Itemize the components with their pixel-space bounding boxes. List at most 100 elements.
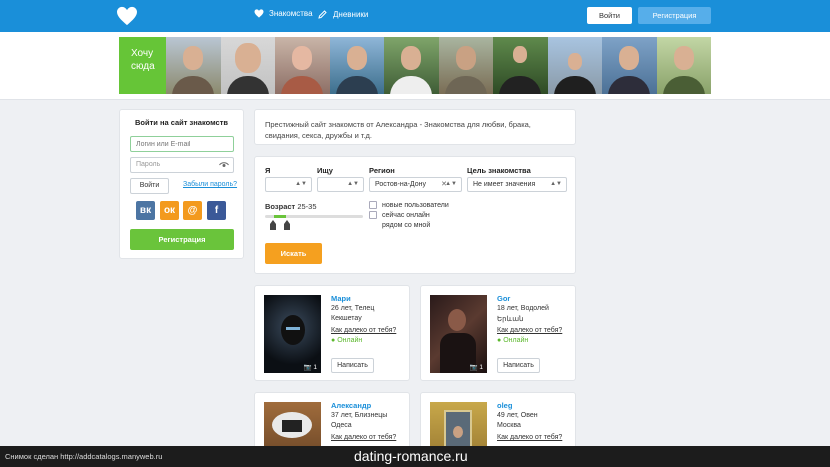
near-me-checkbox[interactable]: рядом со мной (369, 221, 430, 229)
site-description: Престижный сайт знакомств от Александра … (254, 109, 576, 145)
age-slider-track[interactable] (265, 215, 363, 218)
eye-icon[interactable] (219, 161, 229, 169)
distance-link[interactable]: Как далеко от тебя? (497, 327, 562, 334)
camera-icon: 📷 1 (303, 364, 317, 371)
write-message-button[interactable]: Написать (331, 358, 374, 373)
login-panel: Войти на сайт знакомств Пароль Войти Заб… (119, 109, 244, 259)
want-here-tile[interactable]: Хочу сюда (119, 37, 166, 94)
heart-icon (254, 9, 264, 18)
chevron-down-icon: ▲▼ (445, 181, 457, 187)
featured-profile-thumbnail[interactable] (438, 37, 493, 94)
age-slider-min-handle[interactable] (270, 220, 276, 230)
photo-count: 1 (479, 364, 483, 371)
chevron-down-icon: ▲▼ (295, 181, 307, 187)
distance-link[interactable]: Как далеко от тебя? (331, 434, 396, 441)
gender-select[interactable]: ▲▼ (265, 177, 312, 192)
featured-profile-thumbnail[interactable] (656, 37, 711, 94)
odnoklassniki-icon[interactable]: ок (160, 201, 179, 220)
user-age-sign: 26 лет, Телец (331, 305, 375, 312)
age-value: 25-35 (297, 202, 317, 211)
age-label-row: Возраст 25-35 (265, 202, 317, 211)
age-label: Возраст (265, 202, 296, 211)
seek-select[interactable]: ▲▼ (317, 177, 364, 192)
login-register-button[interactable]: Регистрация (130, 229, 234, 250)
vk-icon[interactable]: вк (136, 201, 155, 220)
search-filter-panel: Я Ищу Регион Цель знакомства ▲▼ ▲▼ Росто… (254, 156, 576, 274)
online-label: Онлайн (337, 337, 363, 344)
login-email-input[interactable] (130, 136, 234, 152)
nav-link-diaries[interactable]: Дневники (318, 9, 368, 19)
login-submit-button[interactable]: Войти (130, 178, 169, 194)
user-city: Одеса (331, 422, 352, 429)
checkbox-box[interactable] (369, 201, 377, 209)
screenshot-credit: Снимок сделан http://addcatalogs.manyweb… (5, 452, 163, 461)
featured-profile-thumbnail[interactable] (547, 37, 602, 94)
mailru-icon[interactable]: @ (183, 201, 202, 220)
online-now-checkbox[interactable]: сейчас онлайн (369, 211, 430, 219)
region-select[interactable]: Ростов-на-Дону ✕ ▲▼ (369, 177, 462, 192)
featured-profiles-strip: Хочу сюда (0, 32, 830, 100)
user-name[interactable]: oleg (497, 401, 512, 410)
user-photo[interactable]: 📷 1 (430, 295, 487, 373)
site-description-text: Престижный сайт знакомств от Александра … (265, 120, 531, 140)
filter-label-seek: Ищу (317, 166, 333, 175)
featured-profile-thumbnail[interactable] (166, 37, 221, 94)
new-users-checkbox[interactable]: новые пользователи (369, 201, 449, 209)
age-slider-max-handle[interactable] (284, 220, 290, 230)
checkbox-box[interactable] (369, 221, 377, 229)
user-name[interactable]: Мари (331, 294, 351, 303)
nav-link-label: Знакомства (269, 9, 313, 18)
password-input[interactable]: Пароль (130, 157, 234, 173)
want-here-label: сюда (131, 61, 155, 72)
filter-label-i: Я (265, 166, 271, 175)
pencil-icon (318, 10, 327, 19)
write-message-button[interactable]: Написать (497, 358, 540, 373)
user-age-sign: 49 лет, Овен (497, 412, 538, 419)
distance-link[interactable]: Как далеко от тебя? (497, 434, 562, 441)
filter-label-region: Регион (369, 166, 395, 175)
password-placeholder: Пароль (136, 161, 161, 168)
online-status: ● Онлайн (497, 337, 528, 344)
user-photo[interactable]: 📷 1 (264, 295, 321, 373)
nav-link-dating[interactable]: Знакомства (254, 9, 313, 18)
checkbox-box[interactable] (369, 211, 377, 219)
chevron-down-icon: ▲▼ (347, 181, 359, 187)
region-value: Ростов-на-Дону (375, 181, 426, 188)
nav-link-label: Дневники (333, 9, 369, 19)
user-name[interactable]: Gor (497, 294, 510, 303)
featured-profile-thumbnail[interactable] (220, 37, 275, 94)
online-icon: ● (497, 337, 502, 344)
user-card[interactable]: 📷 1 Мари 26 лет, Телец Кекшетау Как дале… (254, 285, 410, 381)
user-name[interactable]: Александр (331, 401, 371, 410)
featured-profile-thumbnail[interactable] (384, 37, 439, 94)
facebook-icon[interactable]: f (207, 201, 226, 220)
goal-select[interactable]: Не имеет значения ▲▼ (467, 177, 567, 192)
photo-count: 1 (313, 364, 317, 371)
online-status: ● Онлайн (331, 337, 362, 344)
forgot-password-link[interactable]: Забыли пароль? (183, 181, 237, 188)
goal-value: Не имеет значения (473, 181, 536, 188)
user-age-sign: 18 лет, Водолей (497, 305, 549, 312)
screenshot-footer: Снимок сделан http://addcatalogs.manyweb… (0, 446, 830, 467)
heart-logo-icon[interactable] (116, 6, 138, 26)
featured-profile-thumbnail[interactable] (275, 37, 330, 94)
age-slider-range (274, 215, 286, 218)
distance-link[interactable]: Как далеко от тебя? (331, 327, 396, 334)
filter-label-goal: Цель знакомства (467, 166, 531, 175)
top-navigation-bar: Знакомства Дневники Войти Регистрация (0, 0, 830, 32)
login-button[interactable]: Войти (587, 7, 632, 24)
user-city: Москва (497, 422, 521, 429)
search-button[interactable]: Искать (265, 243, 322, 264)
featured-profile-thumbnail[interactable] (329, 37, 384, 94)
camera-icon: 📷 1 (469, 364, 483, 371)
featured-profile-thumbnail[interactable] (493, 37, 548, 94)
chevron-down-icon: ▲▼ (550, 181, 562, 187)
checkbox-label: сейчас онлайн (382, 211, 430, 219)
site-domain: dating-romance.ru (354, 448, 468, 464)
featured-profile-thumbnail[interactable] (602, 37, 657, 94)
user-card[interactable]: 📷 1 Gor 18 лет, Водолей Երևան Как далеко… (420, 285, 576, 381)
online-label: Онлайн (503, 337, 529, 344)
user-city: Кекшетау (331, 315, 362, 322)
register-button[interactable]: Регистрация (638, 7, 711, 24)
checkbox-label: рядом со мной (382, 221, 431, 229)
